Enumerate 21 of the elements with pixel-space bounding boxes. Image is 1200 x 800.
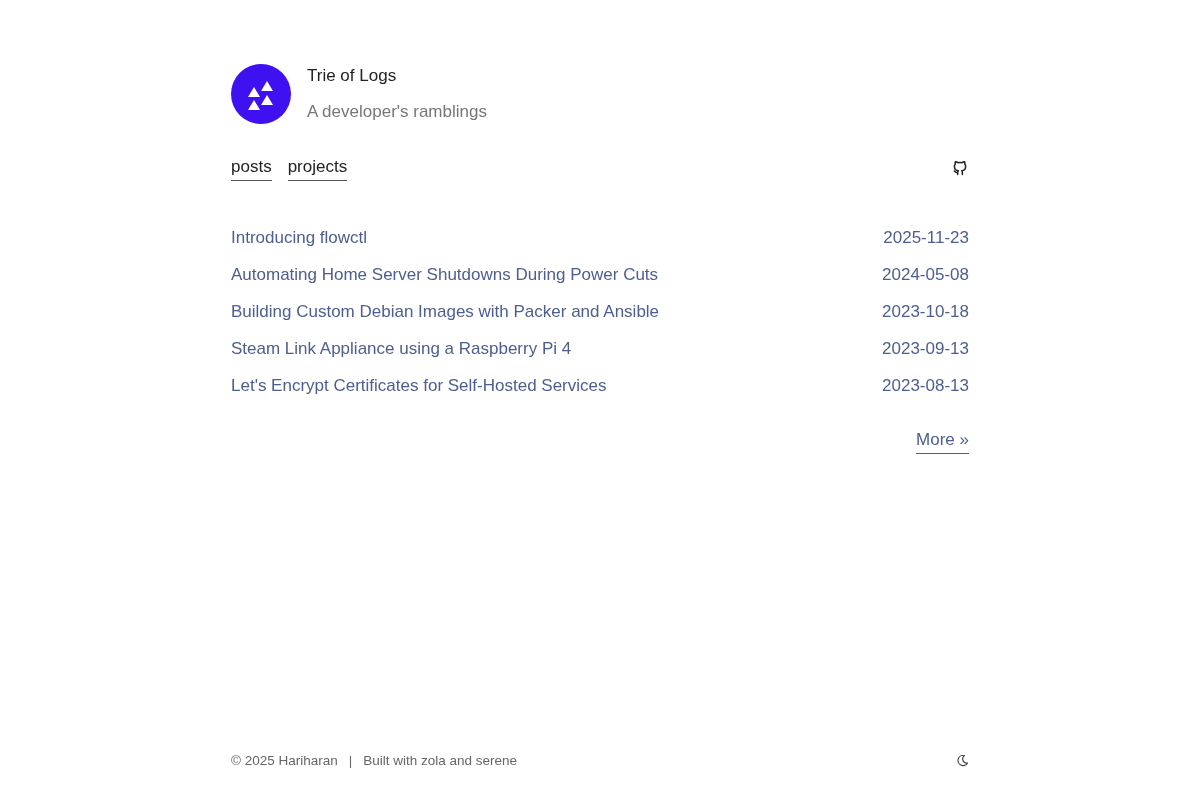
more-link[interactable]: More » — [916, 429, 969, 454]
post-date: 2024-05-08 — [882, 263, 969, 286]
post-date: 2023-08-13 — [882, 374, 969, 397]
separator: | — [348, 752, 353, 770]
post-date: 2025-11-23 — [883, 226, 969, 249]
site-title: Trie of Logs — [307, 65, 398, 87]
post-link[interactable]: Automating Home Server Shutdowns During Power Cuts — [231, 262, 659, 287]
copyright-text: © 2025 Hariharan — [231, 752, 338, 770]
triangles-logo-icon — [231, 64, 291, 124]
credit-text: Built with zola and serene — [363, 752, 518, 770]
post-link[interactable]: Let's Encrypt Certificates for Self-Hosted Services — [231, 373, 607, 398]
post-link[interactable]: Building Custom Debian Images with Packer and Ansible — [231, 299, 660, 324]
nav-link[interactable]: posts — [231, 156, 272, 181]
nav-link[interactable]: projects — [287, 156, 348, 181]
github-icon[interactable] — [953, 161, 968, 176]
post-date: 2023-10-18 — [882, 300, 969, 323]
site-subtitle: A developer's ramblings — [307, 101, 487, 123]
post-link[interactable]: Steam Link Appliance using a Raspberry Pi 4 — [231, 336, 572, 361]
post-link[interactable]: Introducing flowctl — [231, 225, 368, 250]
moon-icon[interactable] — [956, 755, 968, 767]
post-date: 2023-09-13 — [882, 337, 969, 360]
